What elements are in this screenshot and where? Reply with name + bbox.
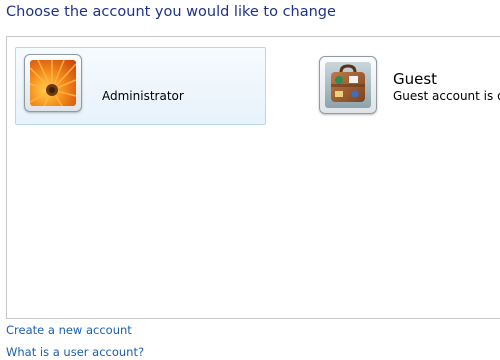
orange-flower-icon: [30, 60, 76, 106]
suitcase-icon: [325, 62, 371, 108]
avatar: [24, 54, 82, 112]
create-account-link[interactable]: Create a new account: [6, 323, 132, 337]
what-is-user-account-link[interactable]: What is a user account?: [6, 345, 144, 359]
page-title: Choose the account you would like to cha…: [6, 4, 336, 20]
avatar: [319, 56, 377, 114]
account-status: Guest account is off: [393, 89, 500, 103]
accounts-panel: Administrator Guest Guest account is: [6, 36, 500, 319]
account-tile-administrator[interactable]: Administrator: [15, 47, 266, 125]
account-name: Administrator: [102, 89, 184, 103]
account-name: Guest: [393, 70, 438, 88]
account-tile-guest[interactable]: Guest Guest account is off: [315, 47, 500, 125]
